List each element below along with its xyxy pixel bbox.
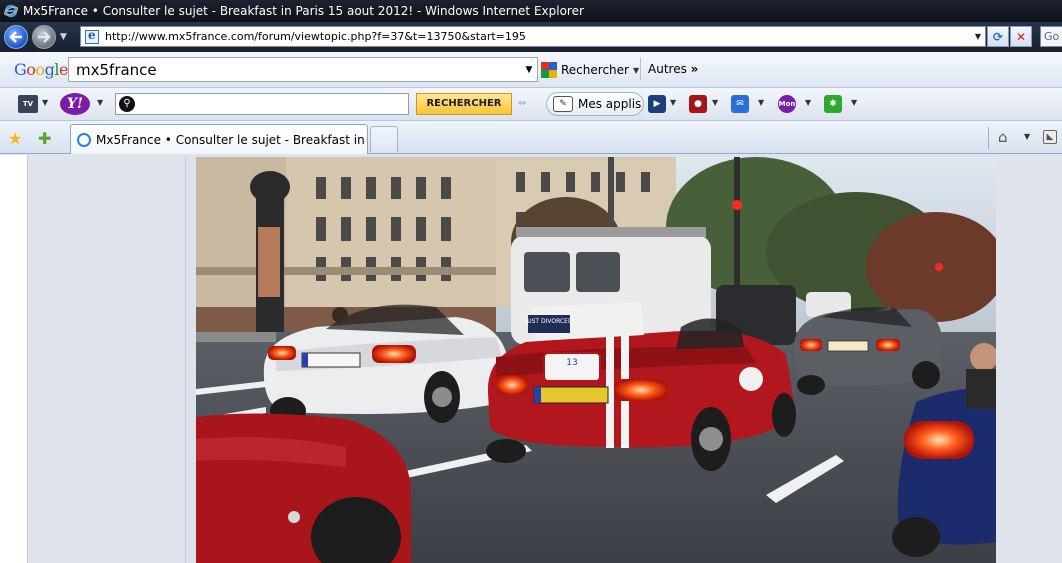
google-search-value: mx5france [76, 60, 157, 79]
right-margin [996, 155, 1062, 563]
search-icon: ⚲ [119, 96, 135, 112]
mes-applis-button[interactable]: ✎ Mes applis [546, 92, 644, 116]
google-logo[interactable]: Google [14, 60, 68, 79]
double-chevron-right-icon: » [690, 62, 699, 76]
back-button[interactable] [4, 25, 28, 49]
drag-handle-icon[interactable]: ⇔ [518, 98, 526, 109]
window-titlebar: Mx5France • Consulter le sujet - Breakfa… [0, 0, 1062, 22]
url-text: http://www.mx5france.com/forum/viewtopic… [105, 30, 526, 43]
media-player-icon[interactable]: ▶ [648, 95, 666, 113]
left-margin [0, 155, 28, 563]
chevron-down-icon[interactable]: ▼ [712, 98, 718, 107]
notification-icon[interactable]: ● [689, 95, 707, 113]
page-icon [85, 28, 99, 44]
page-content: 13 JUST DIVORCED [0, 155, 1062, 563]
chevron-down-icon[interactable]: ▼ [1024, 132, 1030, 141]
chevron-down-icon[interactable]: ▼ [42, 98, 48, 107]
refresh-button[interactable]: ⟳ [987, 26, 1009, 47]
stop-button[interactable]: ✕ [1010, 26, 1032, 47]
google-rechercher-button[interactable]: Rechercher ▼ [541, 62, 639, 78]
history-dropdown-icon[interactable]: ▼ [60, 32, 67, 42]
post-photo-paris-traffic: 13 JUST DIVORCED [196, 157, 996, 563]
ie-logo-icon [4, 4, 18, 18]
google-autres-label: Autres [648, 62, 687, 76]
ie-search-input[interactable]: Go [1040, 26, 1062, 47]
google-search-icon [541, 62, 557, 78]
mon-yahoo-icon[interactable]: Mon [778, 95, 796, 113]
mail-icon[interactable]: ✉ [731, 95, 749, 113]
google-rechercher-label: Rechercher [561, 63, 629, 77]
chevron-down-icon[interactable]: ▼ [758, 98, 764, 107]
forward-button[interactable] [32, 25, 56, 49]
home-icon[interactable]: ⌂ [998, 128, 1008, 146]
tv-icon[interactable]: TV [18, 95, 38, 113]
mes-applis-label: Mes applis [578, 97, 642, 111]
add-favorite-icon[interactable]: ✚ [38, 129, 51, 148]
rally-plate-number: 13 [566, 358, 577, 368]
just-divorced-sign: JUST DIVORCED [524, 318, 573, 325]
tab-label: Mx5France • Consulter le sujet - Breakfa… [96, 132, 367, 147]
asterisk-icon[interactable]: ✱ [824, 95, 842, 113]
chevron-down-icon[interactable]: ▼ [805, 98, 811, 107]
rss-feed-icon[interactable]: ◣ [1043, 130, 1057, 144]
tab-mx5france[interactable]: Mx5France • Consulter le sujet - Breakfa… [70, 124, 368, 154]
toolbar-divider [988, 127, 989, 149]
google-autres-button[interactable]: Autres » [648, 62, 698, 76]
forum-post-sidebar [28, 155, 186, 563]
address-field[interactable]: http://www.mx5france.com/forum/viewtopic… [80, 26, 986, 47]
window-title: Mx5France • Consulter le sujet - Breakfa… [23, 4, 584, 18]
arrow-left-icon [9, 31, 22, 43]
google-search-dropdown-icon[interactable]: ▼ [521, 65, 537, 75]
chevron-down-icon[interactable]: ▼ [97, 98, 103, 107]
favorites-star-icon[interactable]: ★ [8, 129, 22, 148]
address-dropdown-icon[interactable]: ▼ [971, 32, 985, 41]
chevron-down-icon[interactable]: ▼ [851, 98, 857, 107]
close-icon: ✕ [1015, 29, 1027, 44]
chevron-down-icon: ▼ [632, 65, 640, 75]
google-toolbar: Google mx5france ▼ Rechercher ▼ Autres » [0, 52, 1062, 88]
ie-page-icon [77, 132, 91, 147]
arrow-right-icon [38, 31, 51, 43]
chevron-down-icon[interactable]: ▼ [670, 98, 676, 107]
yahoo-logo-icon[interactable]: Y! [60, 93, 90, 115]
new-tab-button[interactable] [370, 126, 398, 152]
yahoo-toolbar: TV ▼ Y! ▼ ⚲ RECHERCHER ⇔ ✎ Mes applis ▶ … [0, 88, 1062, 121]
navigation-bar: ▼ http://www.mx5france.com/forum/viewtop… [0, 22, 1062, 52]
yahoo-rechercher-button[interactable]: RECHERCHER [416, 93, 512, 115]
tab-bar: ★ ✚ Mx5France • Consulter le sujet - Bre… [0, 121, 1062, 154]
yahoo-search-input[interactable]: ⚲ [115, 93, 409, 115]
apps-icon: ✎ [553, 96, 573, 112]
toolbar-divider [640, 58, 641, 80]
google-search-input[interactable]: mx5france ▼ [68, 57, 538, 82]
refresh-icon: ⟳ [992, 29, 1004, 44]
